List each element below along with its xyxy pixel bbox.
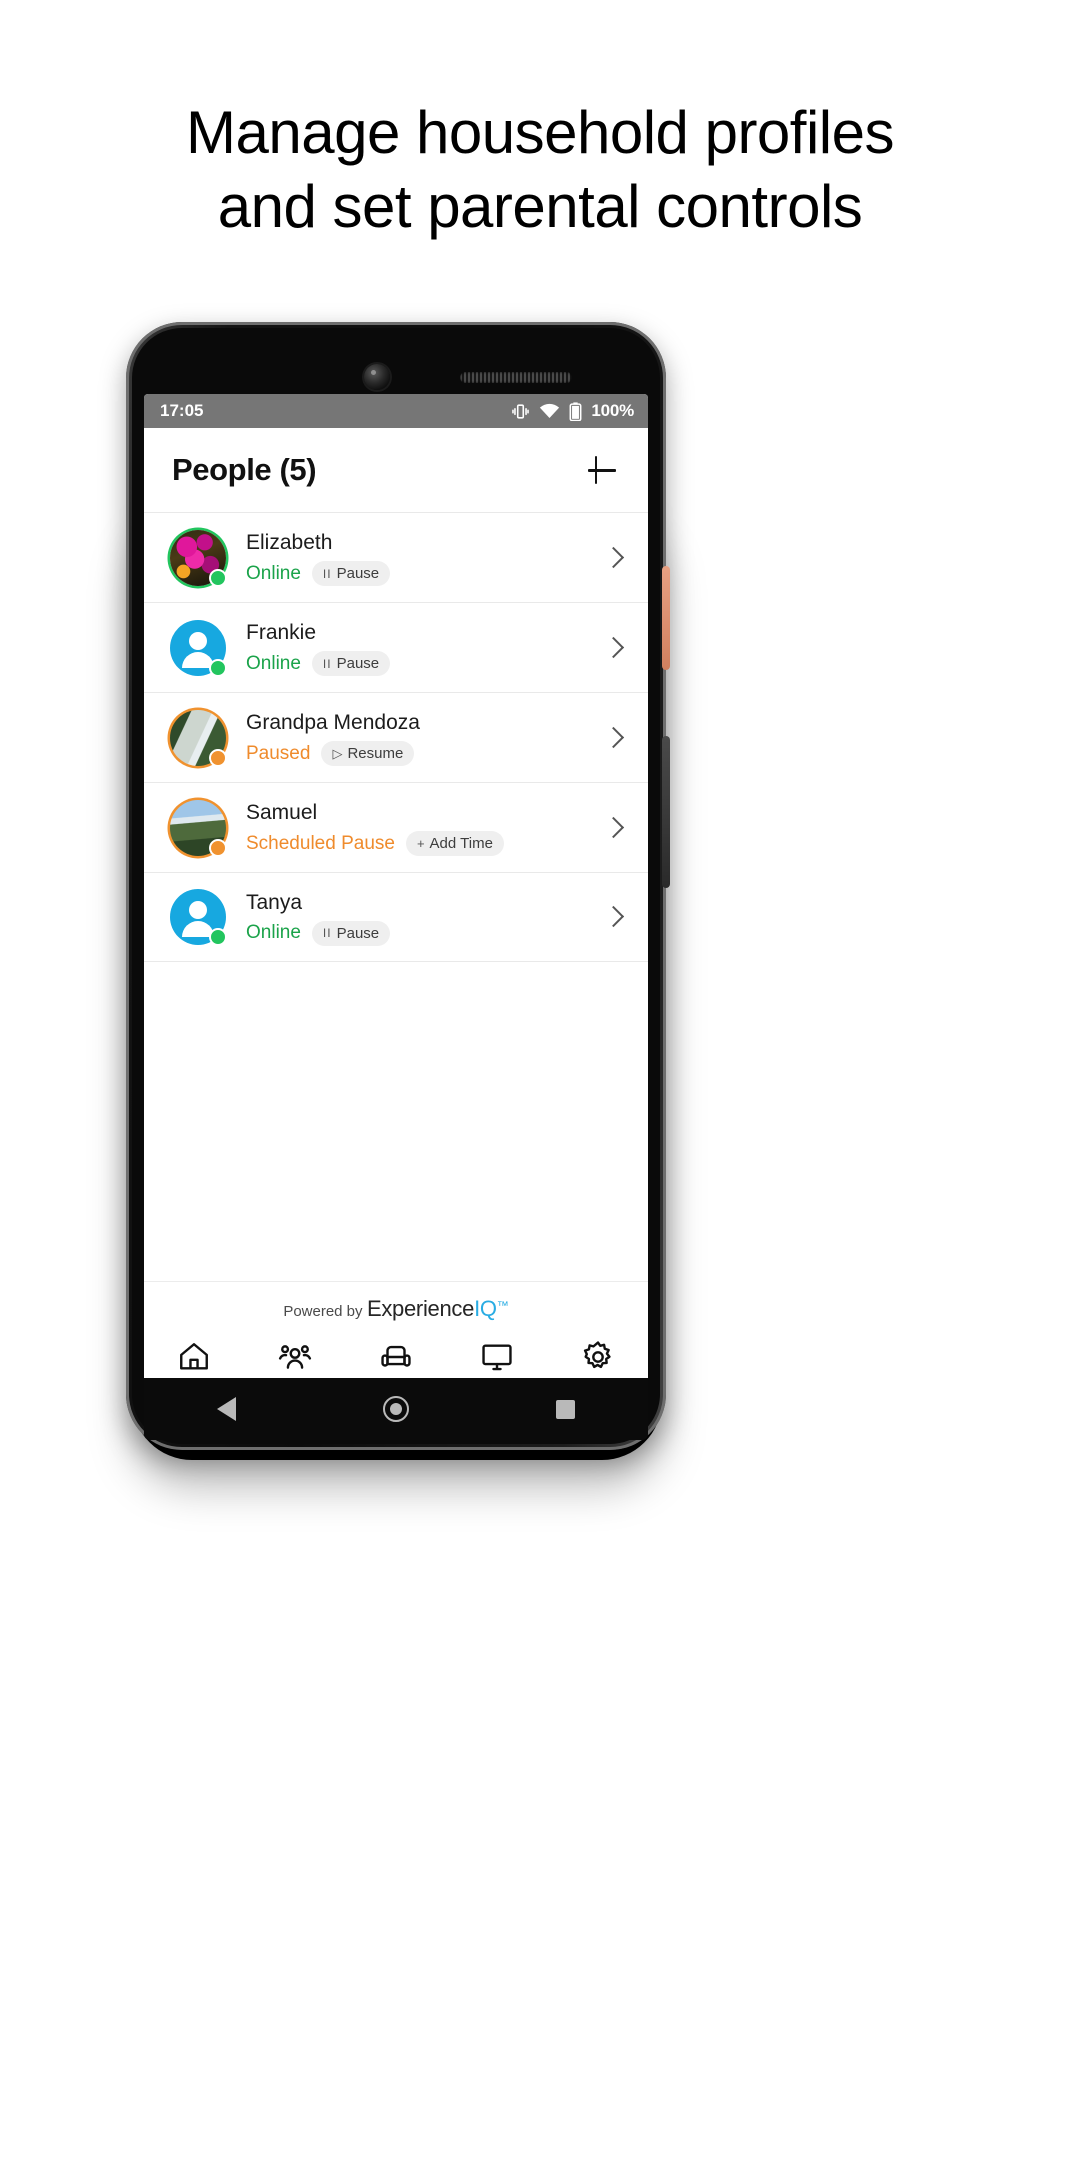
page-title: Manage household profiles and set parent… — [0, 96, 1080, 244]
status-line: Online II Pause — [246, 651, 590, 676]
app-header: People (5) — [144, 428, 648, 512]
avatar — [170, 799, 227, 857]
brand-name-accent: IQ — [474, 1296, 497, 1321]
status-text: Scheduled Pause — [246, 832, 395, 854]
table-row[interactable]: Frankie Online II Pause — [144, 602, 648, 692]
brand-footer: Powered by ExperienceIQ™ — [144, 1281, 648, 1322]
monitor-icon — [482, 1344, 512, 1371]
status-icons: 100% — [511, 401, 634, 421]
people-list: Elizabeth Online II Pause Frankie Online II Pau… — [144, 512, 648, 962]
status-badge — [209, 658, 227, 677]
volume-button[interactable] — [662, 736, 670, 888]
headline-line-2: and set parental controls — [217, 173, 863, 240]
status-line: Online II Pause — [246, 561, 590, 586]
action-label: Add Time — [429, 835, 493, 852]
action-chip[interactable]: II Pause — [311, 651, 391, 676]
status-badge — [209, 928, 227, 946]
back-icon[interactable] — [217, 1397, 237, 1421]
status-badge — [209, 568, 227, 587]
avatar — [170, 619, 227, 677]
status-line: Online II Pause — [246, 920, 590, 946]
android-navigation-bar — [144, 1378, 648, 1440]
action-chip[interactable]: + Add Time — [405, 831, 504, 856]
people-icon — [279, 1345, 312, 1369]
chevron-right-icon[interactable] — [602, 906, 624, 928]
chevron-right-icon[interactable] — [602, 727, 624, 749]
action-glyph-icon: II — [322, 926, 332, 940]
recents-square-icon[interactable] — [555, 1399, 575, 1419]
chevron-right-icon[interactable] — [602, 817, 624, 839]
person-info: Grandpa Mendoza Paused ▷ Resume — [246, 709, 590, 766]
status-badge — [209, 748, 227, 767]
action-glyph-icon: ▷ — [332, 746, 343, 761]
powered-by-label: Powered by — [283, 1303, 363, 1320]
person-info: Elizabeth Online II Pause — [246, 529, 590, 586]
table-row[interactable]: Grandpa Mendoza Paused ▷ Resume — [144, 692, 648, 782]
person-name: Tanya — [246, 890, 303, 914]
action-label: Pause — [336, 655, 380, 672]
status-time: 17:05 — [160, 401, 204, 420]
avatar — [170, 709, 227, 767]
front-camera-icon — [364, 364, 390, 390]
person-name: Grandpa Mendoza — [246, 711, 420, 734]
battery-icon — [569, 401, 582, 421]
earpiece-speaker-icon — [460, 372, 572, 383]
vibrate-icon — [512, 403, 530, 419]
people-title: People (5) — [172, 452, 317, 487]
table-row[interactable]: Tanya Online II Pause — [144, 872, 648, 962]
status-text: Paused — [246, 742, 311, 764]
status-text: Online — [246, 652, 301, 674]
gear-icon — [583, 1341, 611, 1369]
wifi-icon — [540, 403, 560, 418]
person-info: Frankie Online II Pause — [246, 619, 590, 676]
power-button[interactable] — [662, 566, 670, 670]
action-label: Pause — [336, 924, 380, 942]
action-glyph-icon: II — [322, 656, 332, 671]
phone-frame: 17:05 100% People (5) Elizabeth Online I… — [126, 322, 670, 1450]
home-circle-icon[interactable] — [382, 1396, 409, 1422]
avatar — [170, 889, 227, 946]
promo-screenshot: Manage household profiles and set parent… — [0, 0, 1080, 2160]
table-row[interactable]: Elizabeth Online II Pause — [144, 512, 648, 602]
status-text: Online — [246, 562, 301, 584]
person-name: Samuel — [246, 801, 318, 824]
action-glyph-icon: II — [322, 566, 332, 581]
trademark-symbol: ™ — [496, 1298, 509, 1313]
chevron-right-icon[interactable] — [602, 637, 624, 659]
action-chip[interactable]: ▷ Resume — [321, 741, 415, 766]
brand-name-dark: Experience — [366, 1296, 475, 1321]
person-info: Samuel Scheduled Pause + Add Time — [246, 799, 590, 856]
action-label: Pause — [336, 565, 380, 582]
status-text: Online — [246, 922, 301, 943]
status-bar: 17:05 100% — [144, 394, 648, 428]
battery-percent: 100% — [591, 401, 634, 420]
add-person-button[interactable] — [582, 450, 622, 490]
chevron-right-icon[interactable] — [602, 547, 624, 569]
headline-line-1: Manage household profiles — [186, 99, 895, 166]
home-icon — [180, 1343, 209, 1370]
status-line: Scheduled Pause + Add Time — [246, 831, 590, 856]
table-row[interactable]: Samuel Scheduled Pause + Add Time — [144, 782, 648, 872]
person-name: Frankie — [246, 621, 317, 644]
action-chip[interactable]: II Pause — [311, 920, 391, 946]
status-line: Paused ▷ Resume — [246, 741, 590, 766]
person-info: Tanya Online II Pause — [246, 889, 590, 946]
person-name: Elizabeth — [246, 531, 333, 554]
phone-screen: 17:05 100% People (5) Elizabeth Online I… — [144, 394, 648, 1414]
action-glyph-icon: + — [416, 836, 425, 851]
avatar — [170, 529, 227, 587]
sofa-icon — [381, 1345, 411, 1367]
action-label: Resume — [347, 745, 404, 762]
status-badge — [209, 838, 227, 857]
action-chip[interactable]: II Pause — [311, 561, 391, 586]
